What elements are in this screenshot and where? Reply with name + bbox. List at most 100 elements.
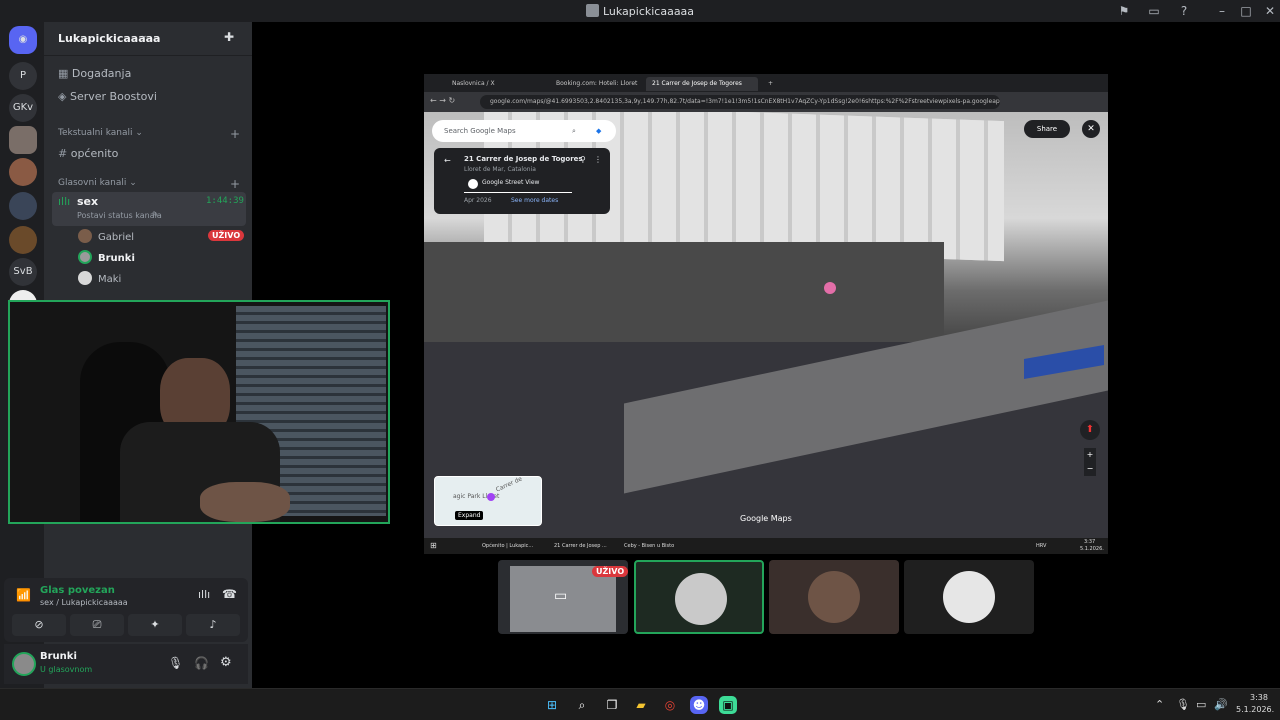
participant-tile-brunki[interactable] (634, 560, 764, 634)
back-arrow-icon[interactable]: ← (444, 156, 451, 165)
voice-connection-panel: 📶 Glas povezan sex / Lukapickicaaaaa ıll… (4, 578, 248, 642)
close-streetview-button[interactable]: ✕ (1082, 120, 1100, 138)
server-icon-photo-2[interactable] (9, 158, 37, 186)
calendar-icon: ▦ (58, 67, 72, 80)
microphone-icon[interactable]: 🎙 (1176, 698, 1190, 711)
url-field[interactable]: google.com/maps/@41.6993503,2.8402135,3a… (480, 95, 1000, 109)
windows-icon: ⊞ (430, 541, 437, 550)
chevron-up-icon[interactable]: ⌃ (1155, 698, 1164, 711)
live-badge: UŽIVO (208, 230, 245, 241)
text-channel-general[interactable]: # općenito (58, 147, 118, 160)
address-bar: ← → ↻ google.com/maps/@41.6993503,2.8402… (424, 92, 1108, 112)
street-view[interactable]: Search Google Maps ⌕ ◆ ← 21 Carrer de Jose… (424, 112, 1108, 538)
nav-arrows-icon[interactable]: ← → ↻ (430, 96, 455, 105)
tab-maps[interactable]: 21 Carrer de Josep de Togores (646, 77, 758, 91)
voice-member-brunki[interactable]: Brunki (78, 250, 135, 264)
participant-tile-maki[interactable] (904, 560, 1034, 634)
settings-gear-icon[interactable]: ⚙ (220, 655, 232, 670)
help-icon[interactable]: ? (1176, 3, 1192, 19)
share-button[interactable]: Share (1024, 120, 1070, 138)
monitor-icon: ▭ (554, 588, 568, 604)
camera-off-button[interactable]: ⊘ (12, 614, 66, 636)
screen-share-button[interactable]: ⎚ (70, 614, 124, 636)
monitor-alert-icon[interactable]: ▭ (1146, 3, 1162, 19)
new-tab-icon[interactable]: + (762, 77, 774, 91)
server-icon-p[interactable]: P (9, 62, 37, 90)
minimize-icon[interactable]: – (1214, 3, 1230, 19)
voice-location[interactable]: sex / Lukapickicaaaaa (40, 598, 128, 607)
windows-start-icon[interactable]: ⊞ (543, 696, 561, 714)
flag-icon[interactable]: ⚑ (1116, 3, 1132, 19)
avatar[interactable] (12, 652, 36, 676)
avatar (675, 573, 727, 625)
headphones-icon[interactable]: 🎧 (194, 656, 209, 670)
server-icon-svb[interactable]: SvB (9, 258, 37, 286)
server-folder[interactable] (9, 192, 37, 220)
voice-activity-icon: ıllı (58, 195, 71, 208)
clock-date[interactable]: 5.1.2026. (1236, 705, 1274, 714)
see-more-dates-link[interactable]: See more dates (511, 197, 558, 204)
webcam-video[interactable] (8, 300, 390, 524)
voice-member-maki[interactable]: Maki (78, 271, 121, 285)
channel-status[interactable]: Postavi status kanala (77, 211, 162, 220)
live-badge: UŽIVO (592, 566, 628, 577)
server-icon-gkv[interactable]: GKv (9, 94, 37, 122)
soundboard-button[interactable]: ♪ (186, 614, 240, 636)
maximize-icon[interactable]: □ (1238, 3, 1254, 19)
location-marker-icon (487, 493, 495, 501)
discord-icon[interactable]: ☻ (690, 696, 708, 714)
add-voice-channel-icon[interactable]: + (230, 177, 240, 191)
text-category[interactable]: Tekstualni kanali ⌄ (58, 128, 143, 138)
boosts-item[interactable]: ◈ Server Boostovi (58, 90, 157, 103)
place-info-card: ← 21 Carrer de Josep de Togores Lloret d… (434, 148, 610, 214)
zoom-controls[interactable]: + − (1084, 448, 1096, 476)
voice-channel-sex[interactable]: ıllı sex 1:44:39 Postavi status kanala ✎ (52, 192, 246, 226)
place-marker-icon[interactable] (824, 282, 836, 294)
voice-category[interactable]: Glasovni kanali ⌄ (58, 178, 137, 188)
activities-button[interactable]: ✦ (128, 614, 182, 636)
noise-suppression-icon[interactable]: ıllı (198, 588, 210, 601)
stream-stage[interactable]: Naslovnica / X Booking.com: Hoteli: Llor… (424, 74, 1108, 554)
voice-status-text[interactable]: Glas povezan (40, 585, 115, 596)
microphone-icon[interactable]: 🎙 (168, 656, 183, 670)
title-bar: Lukapickicaaaaa ⚑ ▭ ? – □ ✕ (0, 0, 1280, 22)
pin-icon[interactable]: ⚲ (580, 155, 586, 164)
participant-tile-gabriel[interactable] (769, 560, 899, 634)
tab-booking[interactable]: Booking.com: Hoteli: Lloret de (550, 77, 640, 101)
file-explorer-icon[interactable]: ▰ (632, 696, 650, 714)
directions-icon[interactable]: ◆ (596, 120, 601, 142)
add-member-icon[interactable]: ✚ (224, 30, 234, 44)
maps-search-input[interactable]: Search Google Maps ⌕ ◆ (432, 120, 616, 142)
minimap[interactable]: agic Park Lloret Carrer de Expand (434, 476, 542, 526)
more-vert-icon[interactable]: ⋮ (594, 155, 602, 164)
avatar (585, 4, 599, 17)
boost-icon: ◈ (58, 90, 70, 103)
disconnect-icon[interactable]: ☎ (222, 587, 237, 601)
divider (464, 192, 572, 193)
voice-timer: 1:44:39 (206, 196, 244, 206)
tab-x[interactable]: Naslovnica / X (446, 77, 544, 91)
discord-home-icon[interactable]: ◉ (9, 26, 37, 54)
server-icon-photo-3[interactable] (9, 226, 37, 254)
server-header[interactable]: Lukapickicaaaaa ⌄ ✚ (44, 22, 252, 56)
close-icon[interactable]: ✕ (1262, 3, 1278, 19)
task-view-icon[interactable]: ❐ (603, 696, 621, 714)
server-icon-photo[interactable] (9, 126, 37, 154)
search-icon[interactable]: ⌕ (572, 120, 576, 142)
voice-member-gabriel[interactable]: Gabriel (78, 229, 134, 243)
volume-icon[interactable]: 🔊 (1214, 698, 1228, 711)
avatar (943, 571, 995, 623)
inner-taskbar: ⊞ Općenito | Lukapic... 21 Carrer de Jos… (424, 538, 1108, 554)
avatar (78, 250, 92, 264)
app-icon[interactable]: ▣ (719, 696, 737, 714)
clock-time[interactable]: 3:38 (1250, 693, 1268, 702)
expand-tooltip[interactable]: Expand (455, 511, 484, 520)
compass-icon[interactable]: ⬆ (1080, 420, 1100, 440)
events-item[interactable]: ▦ Događanja (58, 67, 131, 80)
search-icon[interactable]: ⌕ (573, 696, 591, 714)
chrome-icon[interactable]: ◎ (661, 696, 679, 714)
network-icon[interactable]: ▭ (1196, 698, 1206, 711)
stream-thumbnail-screen[interactable]: ▭ UŽIVO (498, 560, 628, 634)
avatar (808, 571, 860, 623)
add-text-channel-icon[interactable]: + (230, 127, 240, 141)
